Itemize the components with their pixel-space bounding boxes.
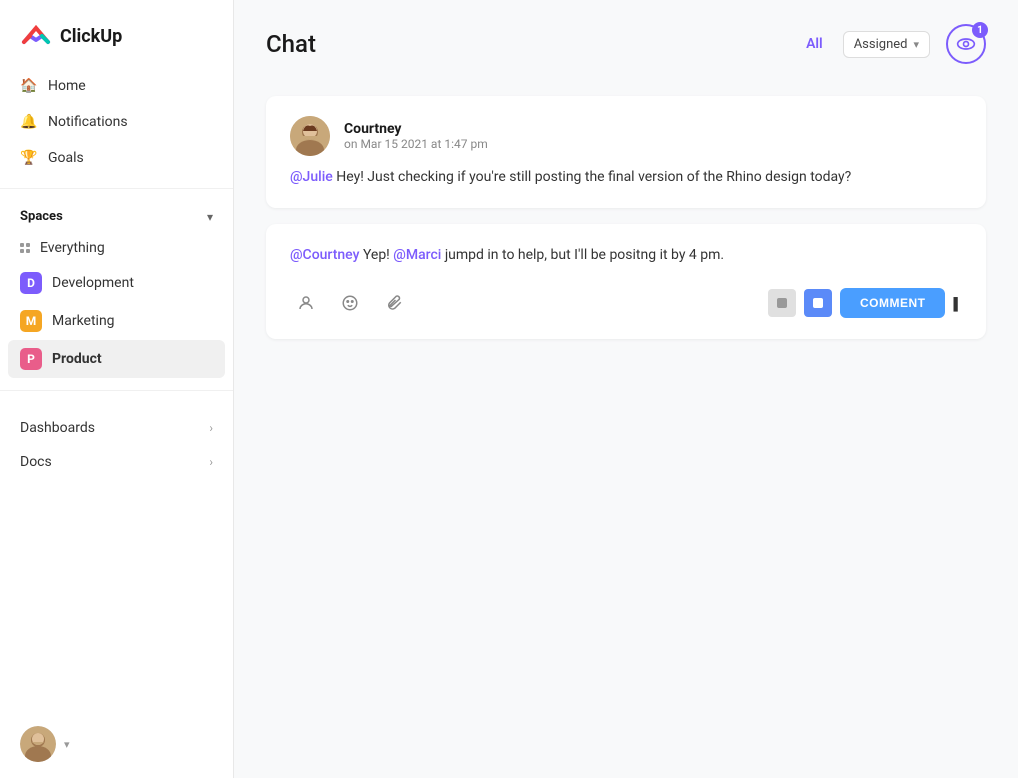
dashboards-label: Dashboards (20, 420, 95, 436)
smile-icon (341, 294, 359, 312)
reply-mention-courtney[interactable]: @Courtney (290, 247, 359, 263)
eye-icon (956, 34, 976, 54)
docs-arrow-icon: › (209, 455, 213, 469)
message-header: Courtney on Mar 15 2021 at 1:47 pm (290, 116, 962, 156)
sidebar-divider-2 (0, 390, 233, 391)
sidebar-item-goals[interactable]: 🏆 Goals (8, 140, 225, 176)
emoji-action-icon[interactable] (334, 287, 366, 319)
sidebar-item-home[interactable]: 🏠 Home (8, 68, 225, 104)
attach-action-icon[interactable] (378, 287, 410, 319)
reply-actions: COMMENT (290, 287, 962, 319)
chevron-down-icon: ▾ (207, 210, 213, 224)
message-meta: Courtney on Mar 15 2021 at 1:47 pm (344, 121, 488, 151)
spaces-label: Spaces (20, 209, 63, 224)
user-profile[interactable]: ▾ (0, 710, 233, 778)
marketing-badge: M (20, 310, 42, 332)
chat-area: Courtney on Mar 15 2021 at 1:47 pm @Juli… (234, 80, 1018, 778)
sidebar-divider (0, 188, 233, 189)
message-card: Courtney on Mar 15 2021 at 1:47 pm @Juli… (266, 96, 986, 208)
assigned-chevron-icon: ▾ (913, 38, 919, 51)
chat-header: Chat All Assigned ▾ 1 (234, 0, 1018, 80)
sidebar-item-home-label: Home (48, 78, 86, 94)
reply-text-1: Yep! (363, 247, 393, 263)
toolbar-btn-2[interactable] (804, 289, 832, 317)
target-icon: 🏆 (20, 149, 38, 167)
sidebar-item-marketing-label: Marketing (52, 313, 115, 329)
reply-text-2: jumpd in to help, but I'll be positng it… (445, 247, 724, 263)
dashboards-arrow-icon: › (209, 421, 213, 435)
courtney-avatar (290, 116, 330, 156)
home-icon: 🏠 (20, 77, 38, 95)
development-badge: D (20, 272, 42, 294)
sidebar-nav: 🏠 Home 🔔 Notifications 🏆 Goals (0, 68, 233, 176)
notification-bell[interactable]: 1 (946, 24, 986, 64)
reply-card: @Courtney Yep! @Marci jumpd in to help, … (266, 224, 986, 338)
message-time: on Mar 15 2021 at 1:47 pm (344, 137, 488, 151)
logo[interactable]: ClickUp (0, 0, 233, 68)
filter-tabs: All Assigned ▾ (798, 31, 930, 58)
product-badge: P (20, 348, 42, 370)
logo-text: ClickUp (60, 26, 122, 47)
sidebar-item-docs[interactable]: Docs › (8, 445, 225, 479)
user-avatar-icon (20, 726, 56, 762)
user-dropdown-icon: ▾ (64, 738, 70, 751)
sidebar-item-notifications[interactable]: 🔔 Notifications (8, 104, 225, 140)
sidebar-sections: Dashboards › Docs › (0, 411, 233, 479)
spaces-header[interactable]: Spaces ▾ (8, 201, 225, 232)
message-text: Hey! Just checking if you're still posti… (336, 169, 851, 185)
sidebar-item-notifications-label: Notifications (48, 114, 128, 130)
notification-count: 1 (972, 22, 988, 38)
sidebar-item-dashboards[interactable]: Dashboards › (8, 411, 225, 445)
bell-icon: 🔔 (20, 113, 38, 131)
reply-body: @Courtney Yep! @Marci jumpd in to help, … (290, 244, 962, 266)
toolbar-icon-1 (776, 297, 788, 309)
filter-tab-all[interactable]: All (798, 32, 831, 56)
reply-mention-marci[interactable]: @Marci (393, 247, 441, 263)
spaces-section: Spaces ▾ Everything D Development M Mark… (0, 201, 233, 378)
clickup-logo-icon (20, 20, 52, 52)
user-icon (297, 294, 315, 312)
courtney-avatar-icon (290, 116, 330, 156)
toolbar-btn-1[interactable] (768, 289, 796, 317)
main-content: Chat All Assigned ▾ 1 (234, 0, 1018, 778)
toolbar-icon-2 (812, 297, 824, 309)
sidebar-item-development-label: Development (52, 275, 134, 291)
sidebar-item-marketing[interactable]: M Marketing (8, 302, 225, 340)
grid-icon (20, 243, 30, 253)
message-body: @Julie Hey! Just checking if you're stil… (290, 166, 962, 188)
comment-toolbar: COMMENT (768, 288, 962, 318)
docs-label: Docs (20, 454, 52, 470)
sidebar-item-product-label: Product (52, 351, 102, 367)
user-action-icon[interactable] (290, 287, 322, 319)
comment-button[interactable]: COMMENT (840, 288, 946, 318)
sidebar-item-everything-label: Everything (40, 240, 105, 256)
sidebar-item-development[interactable]: D Development (8, 264, 225, 302)
sidebar-item-everything[interactable]: Everything (8, 232, 225, 264)
cursor (953, 293, 962, 312)
avatar (20, 726, 56, 762)
sidebar-item-product[interactable]: P Product (8, 340, 225, 378)
page-title: Chat (266, 30, 782, 58)
paperclip-icon (385, 294, 403, 312)
sidebar-item-goals-label: Goals (48, 150, 84, 166)
mention-julie[interactable]: @Julie (290, 169, 333, 185)
assigned-label: Assigned (854, 37, 908, 52)
message-author: Courtney (344, 121, 488, 137)
sidebar: ClickUp 🏠 Home 🔔 Notifications 🏆 Goals S… (0, 0, 234, 778)
filter-dropdown-assigned[interactable]: Assigned ▾ (843, 31, 930, 58)
